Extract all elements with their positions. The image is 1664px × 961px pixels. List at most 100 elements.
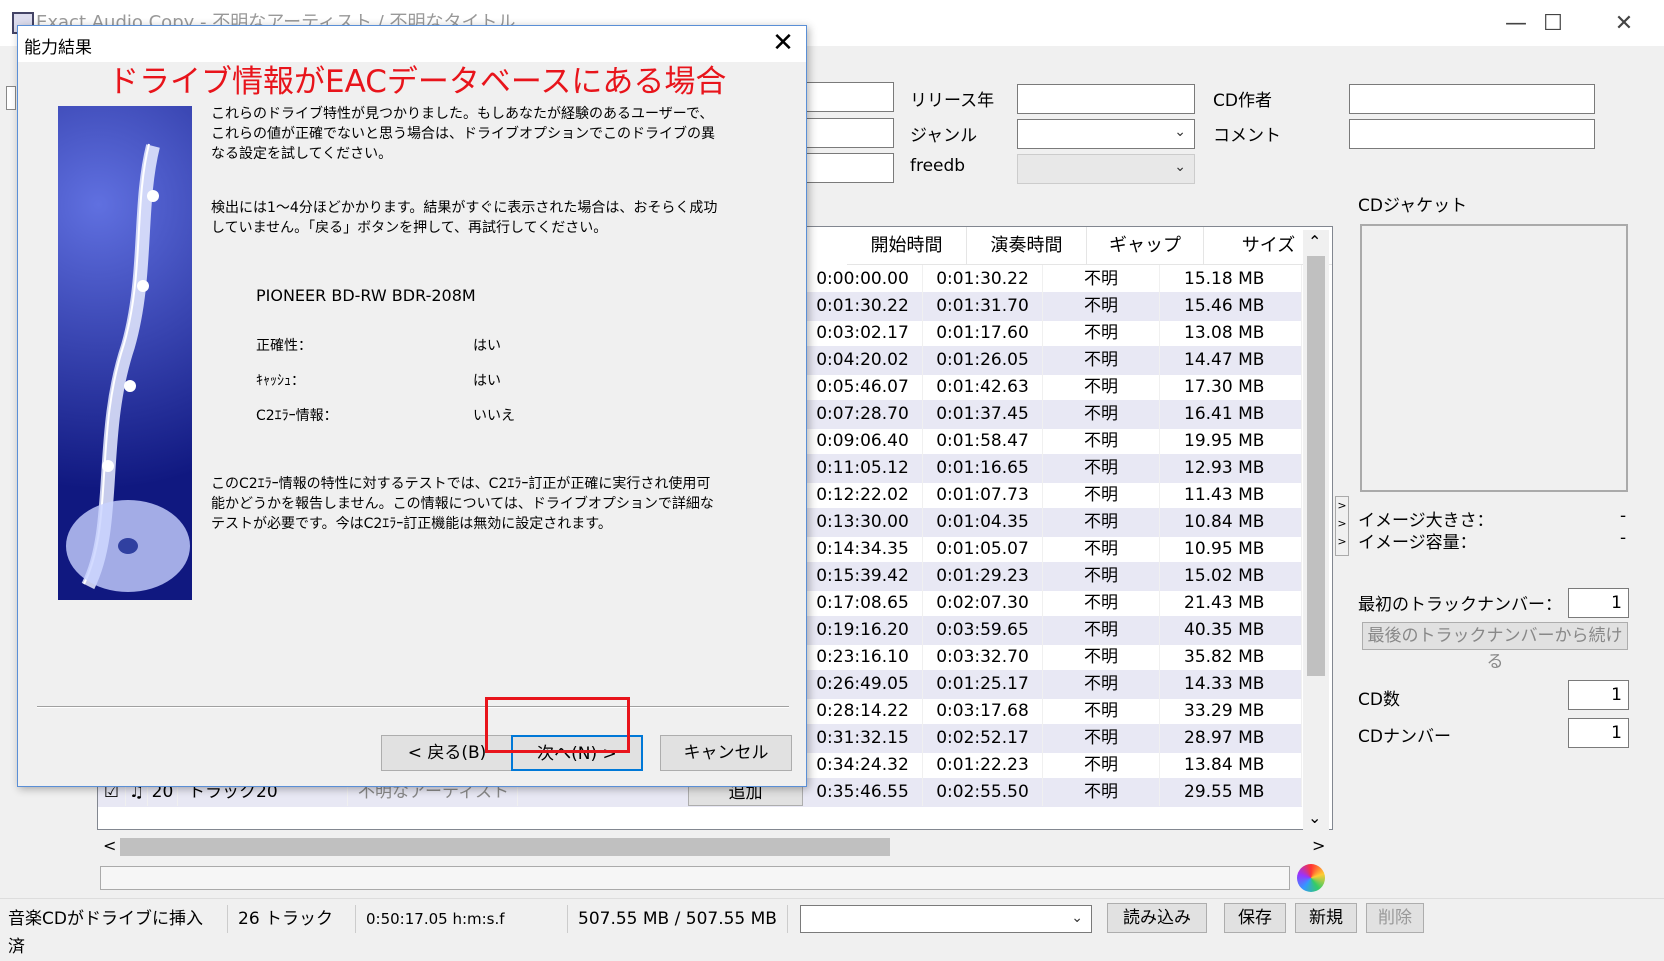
gap-cell: 不明 xyxy=(1043,589,1160,617)
dialog-paragraph-1: これらのドライブ特性が見つかりました。もしあなたが経験のあるユーザーで、これらの… xyxy=(211,106,715,162)
dialog-paragraph-2: 検出には1～4分ほどかかります。結果がすぐに表示された場合は、おそらく成功してい… xyxy=(211,200,718,236)
cache-label: ｷｬｯｼｭ： xyxy=(256,373,305,389)
length-cell: 0:01:07.73 xyxy=(923,481,1043,509)
size-cell: 35.82 MB xyxy=(1160,643,1302,671)
scroll-right-icon[interactable]: > xyxy=(1312,836,1325,855)
start-cell: 0:09:06.40 xyxy=(803,427,923,455)
length-cell: 0:03:17.68 xyxy=(923,697,1043,725)
gap-cell: 不明 xyxy=(1043,643,1160,671)
dialog-title: 能力結果 xyxy=(24,38,92,58)
length-cell: 0:01:30.22 xyxy=(923,265,1043,293)
start-cell: 0:04:20.02 xyxy=(803,346,923,374)
gap-cell: 不明 xyxy=(1043,616,1160,644)
cd-number-field[interactable]: 1 xyxy=(1568,718,1629,748)
minimize-icon[interactable]: — xyxy=(1496,8,1536,40)
gap-cell: 不明 xyxy=(1043,724,1160,752)
cache-value: はい xyxy=(473,373,501,389)
size-cell: 14.33 MB xyxy=(1160,670,1302,698)
gap-cell: 不明 xyxy=(1043,346,1160,374)
new-button[interactable]: 新規 xyxy=(1295,903,1357,933)
vertical-scroll-thumb[interactable] xyxy=(1307,256,1325,676)
genre-label: ジャンル xyxy=(910,126,978,146)
column-header-start[interactable]: 開始時間 xyxy=(847,227,967,265)
length-cell: 0:03:59.65 xyxy=(923,616,1043,644)
album-field[interactable] xyxy=(805,82,894,112)
toolbar-fragment xyxy=(6,86,16,110)
size-cell: 10.95 MB xyxy=(1160,535,1302,563)
size-cell: 40.35 MB xyxy=(1160,616,1302,644)
length-cell: 0:01:25.17 xyxy=(923,670,1043,698)
gap-cell: 不明 xyxy=(1043,697,1160,725)
track-count: 26 トラック xyxy=(230,905,356,933)
start-cell: 0:34:24.32 xyxy=(803,751,923,779)
genre-select[interactable]: ⌄ xyxy=(1017,119,1195,149)
cd-jacket-label: CDジャケット xyxy=(1358,196,1468,216)
start-cell: 0:11:05.12 xyxy=(803,454,923,482)
load-button[interactable]: 読み込み xyxy=(1107,903,1207,933)
image-capacity-label: イメージ容量： xyxy=(1358,533,1477,553)
cd-status: 音楽CDがドライブに挿入済 xyxy=(0,905,228,957)
gap-cell: 不明 xyxy=(1043,373,1160,401)
size-cell: 28.97 MB xyxy=(1160,724,1302,752)
gap-cell: 不明 xyxy=(1043,535,1160,563)
start-cell: 0:17:08.65 xyxy=(803,589,923,617)
status-select[interactable]: ⌄ xyxy=(800,905,1092,933)
scroll-down-icon[interactable]: ⌄ xyxy=(1308,808,1321,827)
cd-jacket-image[interactable] xyxy=(1360,224,1628,492)
release-year-field[interactable] xyxy=(1017,84,1195,114)
length-cell: 0:02:07.30 xyxy=(923,589,1043,617)
comment-field[interactable] xyxy=(1349,119,1595,149)
size-cell: 19.95 MB xyxy=(1160,427,1302,455)
length-cell: 0:01:22.23 xyxy=(923,751,1043,779)
chevron-down-icon: ⌄ xyxy=(1174,124,1186,140)
gap-cell: 不明 xyxy=(1043,454,1160,482)
freedb-select[interactable]: ⌄ xyxy=(1017,154,1195,184)
size-cell: 14.47 MB xyxy=(1160,346,1302,374)
horizontal-scroll-thumb[interactable] xyxy=(120,838,890,856)
maximize-icon[interactable]: ☐ xyxy=(1533,8,1573,40)
accuracy-label: 正確性： xyxy=(256,338,312,354)
scroll-up-icon[interactable]: ⌃ xyxy=(1308,232,1321,251)
size-cell: 15.18 MB xyxy=(1160,265,1302,293)
start-cell: 0:00:00.00 xyxy=(803,265,923,293)
size-cell: 17.30 MB xyxy=(1160,373,1302,401)
delete-button[interactable]: 削除 xyxy=(1366,903,1424,933)
size-cell: 15.02 MB xyxy=(1160,562,1302,590)
size-cell: 29.55 MB xyxy=(1160,778,1302,806)
wizard-side-image xyxy=(58,106,192,600)
start-cell: 0:05:46.07 xyxy=(803,373,923,401)
gap-cell: 不明 xyxy=(1043,427,1160,455)
cancel-button[interactable]: キャンセル xyxy=(660,735,792,771)
continue-numbering-button[interactable]: 最後のトラックナンバーから続ける xyxy=(1362,622,1628,672)
length-cell: 0:01:04.35 xyxy=(923,508,1043,536)
image-capacity-value: - xyxy=(1620,528,1627,548)
length-cell: 0:01:31.70 xyxy=(923,292,1043,320)
dialog-close-icon[interactable]: ✕ xyxy=(766,28,800,58)
cd-count-field[interactable]: 1 xyxy=(1568,680,1629,710)
size-cell: 10.84 MB xyxy=(1160,508,1302,536)
column-header-gap[interactable]: ギャップ xyxy=(1087,227,1204,265)
cd-number-label: CDナンバー xyxy=(1358,727,1451,747)
scroll-left-icon[interactable]: < xyxy=(103,836,116,855)
start-cell: 0:31:32.15 xyxy=(803,724,923,752)
start-cell: 0:12:22.02 xyxy=(803,481,923,509)
size-cell: 13.08 MB xyxy=(1160,319,1302,347)
artist-field[interactable] xyxy=(805,118,894,148)
length-cell: 0:03:32.70 xyxy=(923,643,1043,671)
save-button[interactable]: 保存 xyxy=(1224,903,1286,933)
freedb-label: freedb xyxy=(910,156,966,176)
image-size-value: - xyxy=(1620,506,1627,526)
dialog-separator xyxy=(37,706,789,708)
chevron-down-icon: ⌄ xyxy=(1174,159,1186,175)
gap-cell: 不明 xyxy=(1043,319,1160,347)
panel-toggle-icon[interactable]: > > > xyxy=(1335,496,1349,556)
close-icon[interactable]: ✕ xyxy=(1604,8,1644,40)
annotation-highlight-box xyxy=(485,697,630,753)
first-track-field[interactable]: 1 xyxy=(1568,588,1629,618)
column-header-length[interactable]: 演奏時間 xyxy=(967,227,1087,265)
title-field[interactable] xyxy=(805,153,894,183)
length-cell: 0:01:05.07 xyxy=(923,535,1043,563)
gap-cell: 不明 xyxy=(1043,265,1160,293)
length-cell: 0:02:52.17 xyxy=(923,724,1043,752)
cd-author-field[interactable] xyxy=(1349,84,1595,114)
